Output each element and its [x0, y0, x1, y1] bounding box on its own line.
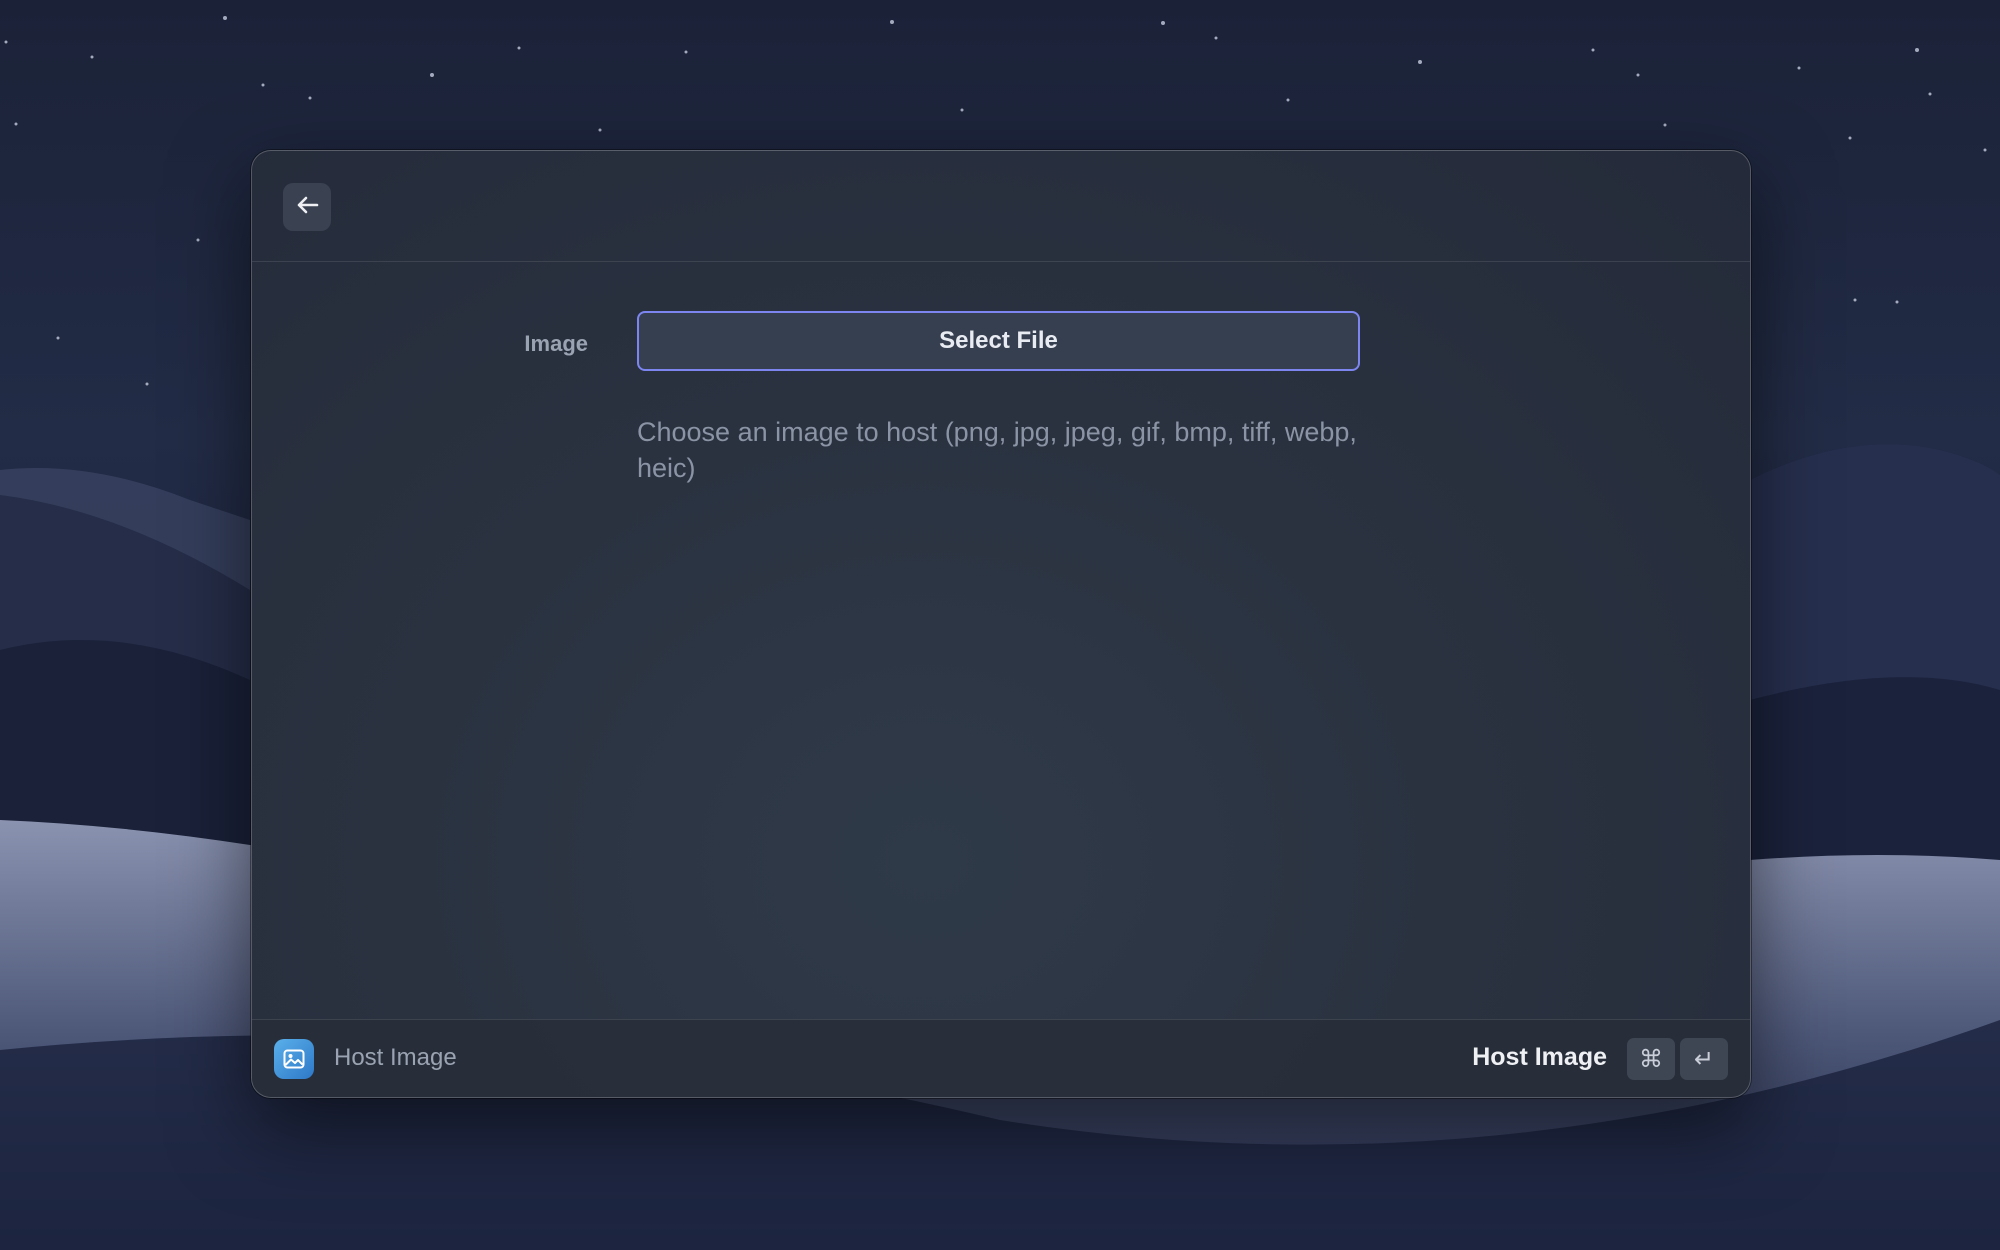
arrow-left-icon — [295, 195, 319, 220]
return-key-icon: ↵ — [1680, 1038, 1728, 1080]
window-header — [252, 151, 1750, 262]
back-button[interactable] — [283, 183, 331, 231]
command-key-icon: ⌘ — [1627, 1038, 1675, 1080]
image-field-label: Image — [524, 331, 588, 356]
select-file-button[interactable]: Select File — [637, 311, 1360, 371]
desktop-wallpaper: Image Select File Choose an image to hos… — [0, 0, 2000, 1250]
image-icon — [274, 1039, 314, 1079]
host-image-action[interactable]: Host Image — [1472, 1043, 1607, 1072]
form-area: Image Select File Choose an image to hos… — [252, 151, 1750, 1097]
image-field-description: Choose an image to host (png, jpg, jpeg,… — [637, 417, 1357, 483]
extension-window: Image Select File Choose an image to hos… — [251, 150, 1751, 1098]
action-bar: Host Image Host Image ⌘ ↵ — [252, 1019, 1750, 1097]
command-title: Host Image — [334, 1044, 457, 1071]
